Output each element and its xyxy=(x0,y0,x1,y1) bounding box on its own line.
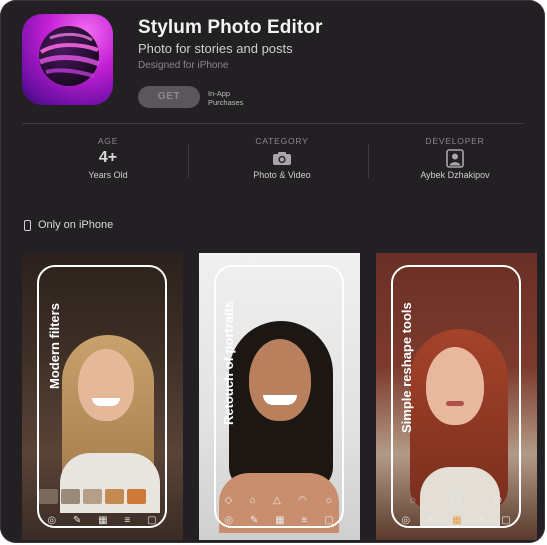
screenshot-caption: Retouch of portraits xyxy=(221,300,236,425)
info-developer[interactable]: DEVELOPER Aybek Dzhakipov xyxy=(365,136,545,180)
info-divider xyxy=(188,144,189,178)
app-icon[interactable] xyxy=(22,14,113,105)
designed-for-label: Designed for iPhone xyxy=(138,60,229,71)
in-app-line1: In-App xyxy=(208,89,231,98)
app-store-window: Stylum Photo Editor Photo for stories an… xyxy=(0,0,545,543)
category-header: CATEGORY xyxy=(255,136,309,146)
screenshot-2[interactable]: ◇ ⌂ △ ◠ ☼ ◎ ✎ ▦ ≡ ▢ Retouch of portraits xyxy=(199,253,360,540)
app-subtitle: Photo for stories and posts xyxy=(138,41,293,56)
category-sub: Photo & Video xyxy=(253,170,311,180)
device-note: Only on iPhone xyxy=(24,219,113,231)
age-sub: Years Old xyxy=(88,170,128,180)
age-value: 4+ xyxy=(98,149,118,166)
iphone-icon xyxy=(24,219,31,231)
sphere-logo-icon xyxy=(39,26,100,86)
in-app-purchases-note: In-App Purchases xyxy=(208,89,243,107)
app-title: Stylum Photo Editor xyxy=(138,17,323,38)
info-category[interactable]: CATEGORY Photo & Video xyxy=(192,136,372,180)
get-button[interactable]: GET xyxy=(138,86,200,108)
screenshot-caption: Modern filters xyxy=(47,303,62,389)
screenshot-caption: Simple reshape tools xyxy=(399,302,414,433)
developer-sub: Aybek Dzhakipov xyxy=(420,170,490,180)
screenshot-3[interactable]: ◌ ◯ ⊙ ◎ ✎ ▦ ≡ ▢ Simple reshape tools xyxy=(376,253,537,540)
camera-icon xyxy=(273,152,291,165)
age-header: AGE xyxy=(97,136,119,146)
in-app-line2: Purchases xyxy=(208,98,244,107)
screenshot-1[interactable]: ◎ ✎ ▦ ≡ ▢ Modern filters xyxy=(22,253,183,540)
developer-header: DEVELOPER xyxy=(425,136,485,146)
header-divider xyxy=(22,123,523,124)
info-age: AGE 4+ Years Old xyxy=(18,136,198,180)
person-icon xyxy=(446,149,464,168)
device-note-label: Only on iPhone xyxy=(38,219,114,231)
